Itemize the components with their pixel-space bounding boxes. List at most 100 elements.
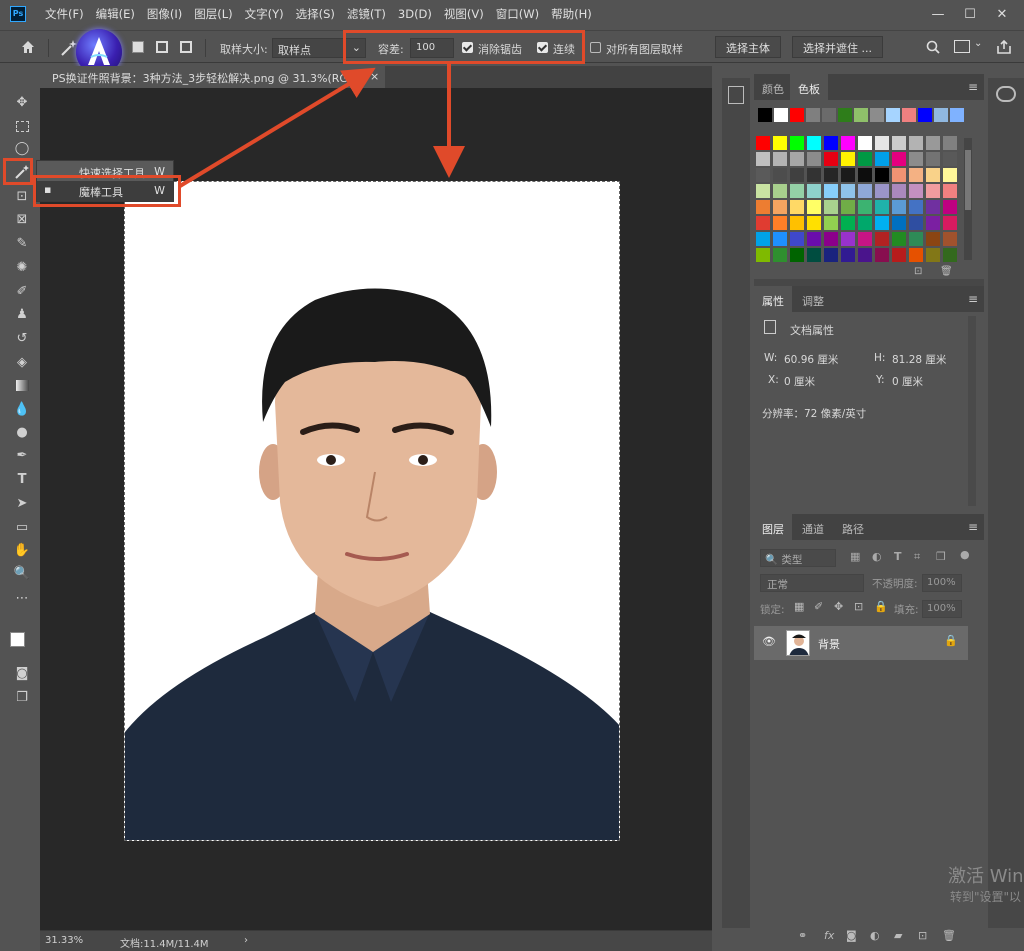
color-swatch[interactable] (773, 136, 787, 150)
color-swatch[interactable] (790, 248, 804, 262)
color-swatch[interactable] (790, 184, 804, 198)
fx-icon[interactable]: fx (824, 929, 834, 942)
recent-swatch[interactable] (886, 108, 900, 122)
color-swatch[interactable] (909, 232, 923, 246)
recent-swatch[interactable] (934, 108, 948, 122)
color-swatch[interactable] (756, 232, 770, 246)
color-swatch[interactable] (824, 216, 838, 230)
color-swatch[interactable] (790, 200, 804, 214)
menu-view[interactable]: 视图(V) (444, 6, 484, 22)
color-swatch[interactable] (875, 184, 889, 198)
menu-select[interactable]: 选择(S) (296, 6, 335, 22)
all-layers-checkbox[interactable] (590, 42, 601, 53)
lock-position-icon[interactable]: ✥ (834, 600, 843, 613)
color-swatch[interactable] (858, 152, 872, 166)
path-selection-icon[interactable]: ➤ (13, 495, 31, 513)
recent-swatch[interactable] (918, 108, 932, 122)
color-swatch[interactable] (756, 168, 770, 182)
minimize-button[interactable]: — (922, 7, 954, 22)
zoom-tool-icon[interactable]: 🔍 (13, 565, 31, 583)
color-swatch[interactable] (943, 136, 957, 150)
color-swatch[interactable] (909, 248, 923, 262)
color-swatch[interactable] (824, 184, 838, 198)
color-swatch[interactable] (824, 168, 838, 182)
rectangle-tool-icon[interactable]: ▭ (13, 519, 31, 537)
panel-menu-icon[interactable]: ≡ (968, 80, 978, 94)
color-swatch[interactable] (773, 200, 787, 214)
color-swatch[interactable] (892, 216, 906, 230)
color-swatch[interactable] (807, 136, 821, 150)
menu-window[interactable]: 窗口(W) (496, 6, 539, 22)
adjustment-layer-icon[interactable]: ◐ (870, 929, 880, 942)
color-swatch[interactable] (841, 152, 855, 166)
home-icon[interactable] (20, 39, 36, 55)
filter-type-icon[interactable]: T (894, 550, 902, 563)
layer-row[interactable]: 👁 背景 🔒 (754, 626, 968, 660)
color-swatch[interactable] (807, 232, 821, 246)
color-swatch[interactable] (875, 152, 889, 166)
x-value[interactable]: 0 厘米 (784, 374, 815, 389)
color-swatch[interactable] (909, 200, 923, 214)
color-swatch[interactable] (875, 200, 889, 214)
filter-adjustment-icon[interactable]: ◐ (872, 550, 882, 563)
color-swatch[interactable] (790, 152, 804, 166)
menu-edit[interactable]: 编辑(E) (96, 6, 135, 22)
recent-swatch[interactable] (838, 108, 852, 122)
color-swatch[interactable] (943, 216, 957, 230)
workspace-chevron-icon[interactable]: ⌄ (974, 38, 982, 49)
tab-paths[interactable]: 路径 (834, 514, 872, 540)
panel-menu-icon[interactable]: ≡ (968, 520, 978, 534)
color-swatch[interactable] (841, 184, 855, 198)
creative-cloud-icon[interactable] (996, 86, 1016, 102)
opacity-input[interactable]: 100% (922, 574, 962, 592)
color-swatch[interactable] (892, 200, 906, 214)
dodge-tool-icon[interactable]: ● (13, 424, 31, 442)
color-swatch[interactable] (875, 216, 889, 230)
color-swatch[interactable] (892, 168, 906, 182)
color-swatch[interactable] (756, 184, 770, 198)
menu-help[interactable]: 帮助(H) (551, 6, 592, 22)
brush-tool-icon[interactable]: ✐ (13, 283, 31, 301)
color-swatch[interactable] (858, 248, 872, 262)
new-selection-icon[interactable] (132, 41, 144, 53)
color-swatch[interactable] (858, 232, 872, 246)
color-swatch[interactable] (807, 200, 821, 214)
filter-toggle-icon[interactable]: ● (960, 548, 970, 561)
color-swatch[interactable] (790, 168, 804, 182)
eraser-tool-icon[interactable]: ◈ (13, 354, 31, 372)
type-tool-icon[interactable]: T (13, 471, 31, 489)
recent-swatch[interactable] (870, 108, 884, 122)
recent-swatch[interactable] (902, 108, 916, 122)
color-swatch[interactable] (790, 136, 804, 150)
color-swatch[interactable] (858, 216, 872, 230)
color-swatch[interactable] (909, 136, 923, 150)
crop-tool-icon[interactable]: ⊡ (13, 188, 31, 206)
color-swatch[interactable] (807, 216, 821, 230)
history-panel-icon[interactable] (728, 86, 744, 104)
color-swatch[interactable] (892, 136, 906, 150)
menu-file[interactable]: 文件(F) (45, 6, 84, 22)
magic-wand-tool-icon[interactable] (58, 38, 78, 58)
move-tool-icon[interactable]: ✥ (13, 94, 31, 112)
color-swatch[interactable] (807, 168, 821, 182)
add-selection-icon[interactable] (156, 41, 168, 53)
color-swatch[interactable] (943, 248, 957, 262)
color-swatch[interactable] (807, 184, 821, 198)
color-swatch[interactable] (892, 152, 906, 166)
color-swatch[interactable] (926, 200, 940, 214)
color-swatch[interactable] (909, 168, 923, 182)
color-swatch[interactable] (790, 232, 804, 246)
color-swatch[interactable] (943, 184, 957, 198)
color-swatch[interactable] (773, 184, 787, 198)
canvas-area[interactable] (40, 88, 712, 930)
color-swatch[interactable] (875, 248, 889, 262)
color-swatch[interactable] (875, 168, 889, 182)
tab-color[interactable]: 颜色 (754, 74, 792, 100)
frame-tool-icon[interactable]: ⊠ (13, 211, 31, 229)
workspace-icon[interactable] (954, 40, 970, 53)
recent-swatch[interactable] (950, 108, 964, 122)
gradient-tool-icon[interactable] (13, 377, 31, 395)
color-swatch[interactable] (858, 184, 872, 198)
marquee-tool-icon[interactable] (13, 118, 31, 136)
menu-filter[interactable]: 滤镜(T) (347, 6, 386, 22)
